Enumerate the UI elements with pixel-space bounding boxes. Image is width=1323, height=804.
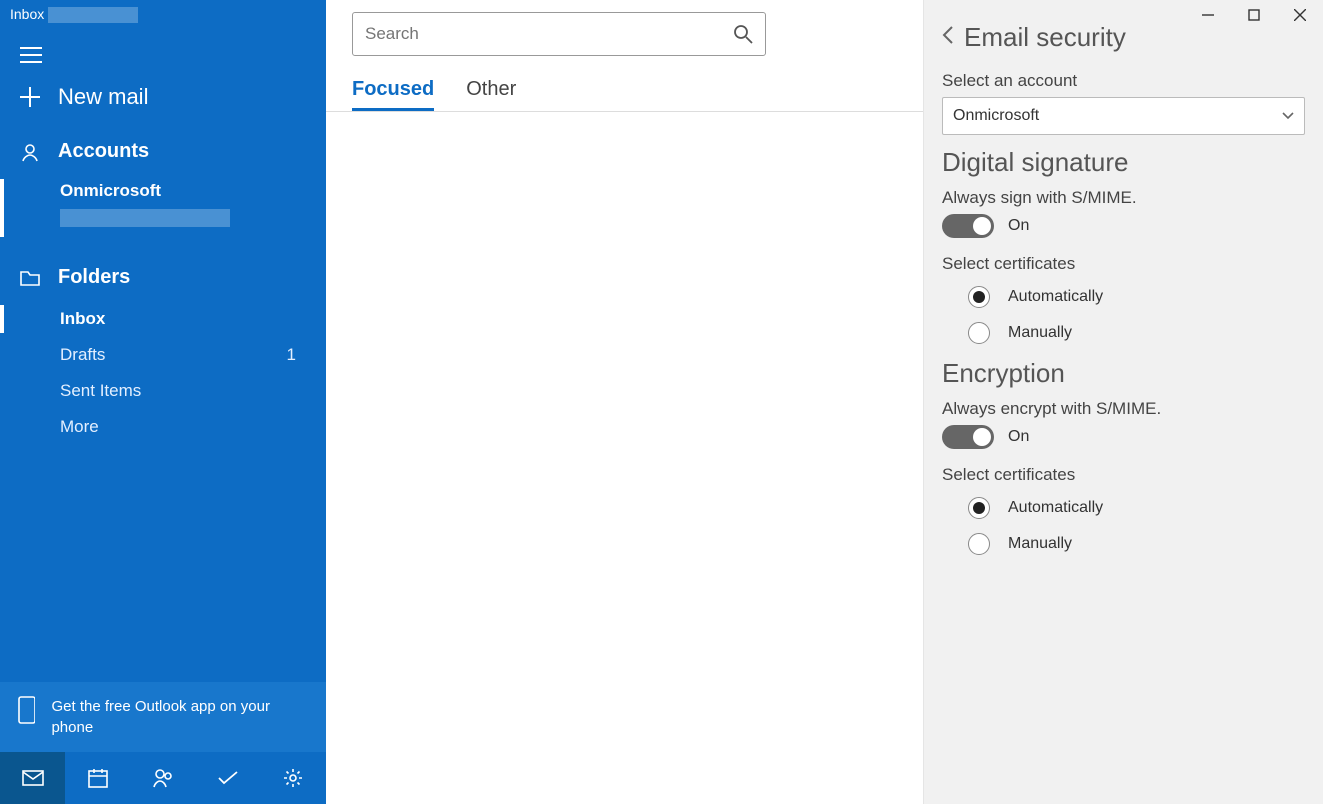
- folder-drafts-label: Drafts: [60, 345, 105, 365]
- menu-toggle-button[interactable]: [0, 34, 326, 70]
- people-nav-button[interactable]: [130, 752, 195, 804]
- digital-signature-heading: Digital signature: [942, 147, 1305, 178]
- folders-header[interactable]: Folders: [0, 254, 326, 301]
- window-title: Inbox: [0, 0, 326, 34]
- radio-icon: [968, 322, 990, 344]
- mail-icon: [22, 770, 44, 786]
- promo-text: Get the free Outlook app on your phone: [51, 696, 308, 738]
- encryption-heading: Encryption: [942, 358, 1305, 389]
- sign-toggle-state: On: [1008, 217, 1029, 235]
- always-sign-label: Always sign with S/MIME.: [942, 188, 1305, 208]
- search-input[interactable]: [365, 24, 733, 44]
- sign-cert-auto-label: Automatically: [1008, 288, 1103, 306]
- hamburger-icon: [20, 46, 42, 64]
- content-area: Focused Other: [326, 0, 923, 804]
- encrypt-cert-auto[interactable]: Automatically: [968, 497, 1305, 519]
- encrypt-toggle[interactable]: [942, 425, 994, 449]
- search-icon: [733, 24, 753, 44]
- encrypt-toggle-state: On: [1008, 428, 1029, 446]
- tab-other[interactable]: Other: [466, 78, 516, 111]
- settings-panel: Email security Select an account Onmicro…: [923, 0, 1323, 804]
- chevron-down-icon: [1282, 112, 1294, 120]
- gear-icon: [283, 768, 303, 788]
- account-name: Onmicrosoft: [60, 181, 161, 200]
- new-mail-button[interactable]: New mail: [0, 70, 326, 128]
- encrypt-select-certs-label: Select certificates: [942, 465, 1305, 485]
- accounts-header[interactable]: Accounts: [0, 128, 326, 175]
- account-select-value: Onmicrosoft: [953, 107, 1039, 125]
- account-select[interactable]: Onmicrosoft: [942, 97, 1305, 135]
- outlook-app-promo[interactable]: Get the free Outlook app on your phone: [0, 682, 326, 752]
- folder-more-label: More: [60, 417, 99, 437]
- always-encrypt-label: Always encrypt with S/MIME.: [942, 399, 1305, 419]
- chevron-left-icon: [942, 26, 954, 44]
- folder-drafts-count: 1: [287, 345, 296, 365]
- people-icon: [152, 768, 174, 788]
- encrypt-cert-manual[interactable]: Manually: [968, 533, 1305, 555]
- accounts-label: Accounts: [58, 140, 149, 163]
- folder-drafts[interactable]: Drafts 1: [0, 337, 326, 373]
- select-account-label: Select an account: [942, 71, 1305, 91]
- folder-inbox[interactable]: Inbox: [0, 301, 326, 337]
- bottom-nav: [0, 752, 326, 804]
- todo-nav-button[interactable]: [196, 752, 261, 804]
- back-button[interactable]: [942, 26, 954, 50]
- folder-inbox-label: Inbox: [60, 309, 105, 329]
- close-button[interactable]: [1277, 0, 1323, 30]
- new-mail-label: New mail: [58, 84, 148, 110]
- inbox-tabs: Focused Other: [326, 56, 923, 112]
- radio-icon: [968, 533, 990, 555]
- panel-title: Email security: [964, 22, 1126, 53]
- sign-select-certs-label: Select certificates: [942, 254, 1305, 274]
- folder-sent[interactable]: Sent Items: [0, 373, 326, 409]
- redacted-title: [48, 7, 138, 23]
- settings-nav-button[interactable]: [261, 752, 326, 804]
- phone-icon: [18, 696, 35, 724]
- window-title-text: Inbox: [10, 6, 44, 22]
- radio-icon: [968, 286, 990, 308]
- encrypt-cert-auto-label: Automatically: [1008, 499, 1103, 517]
- plus-icon: [20, 87, 40, 107]
- folder-more[interactable]: More: [0, 409, 326, 445]
- radio-icon: [968, 497, 990, 519]
- calendar-nav-button[interactable]: [65, 752, 130, 804]
- window-controls: [1185, 0, 1323, 34]
- search-box[interactable]: [352, 12, 766, 56]
- check-icon: [217, 769, 239, 787]
- active-indicator: [0, 179, 4, 237]
- sign-cert-manual-label: Manually: [1008, 324, 1072, 342]
- sign-toggle[interactable]: [942, 214, 994, 238]
- sidebar: Inbox New mail Accounts Onmicrosoft Fold…: [0, 0, 326, 804]
- sign-cert-auto[interactable]: Automatically: [968, 286, 1305, 308]
- account-item[interactable]: Onmicrosoft: [0, 175, 326, 207]
- folder-icon: [20, 269, 40, 287]
- mail-nav-button[interactable]: [0, 752, 65, 804]
- account-email-redacted: [0, 207, 326, 242]
- tab-focused[interactable]: Focused: [352, 78, 434, 111]
- encrypt-cert-manual-label: Manually: [1008, 535, 1072, 553]
- sign-cert-manual[interactable]: Manually: [968, 322, 1305, 344]
- folder-sent-label: Sent Items: [60, 381, 141, 401]
- calendar-icon: [88, 768, 108, 788]
- maximize-button[interactable]: [1231, 0, 1277, 30]
- folders-label: Folders: [58, 266, 130, 289]
- minimize-button[interactable]: [1185, 0, 1231, 30]
- user-icon: [20, 142, 40, 162]
